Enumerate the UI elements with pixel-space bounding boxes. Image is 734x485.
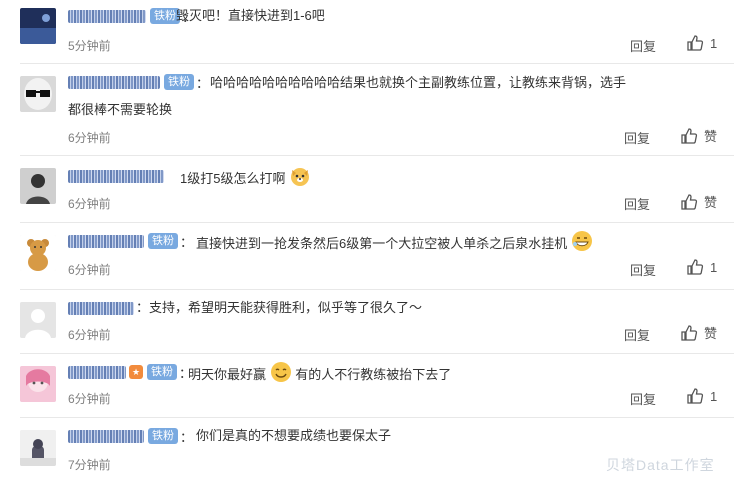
divider [20, 289, 734, 290]
timestamp: 6分钟前 [68, 131, 111, 145]
comment-text: 直接快进到一抢发条然后6级第一个大拉空被人单杀之后泉水挂机 [196, 230, 593, 259]
like-count: 1 [710, 259, 718, 275]
reply-button[interactable]: 回复 [624, 325, 650, 344]
comment-text: ：支持，希望明天能获得胜利，似乎等了很久了～ [136, 300, 423, 315]
timestamp: 6分钟前 [68, 328, 111, 342]
comment-text-line-2: 都很棒不需要轮换 [68, 102, 173, 117]
avatar[interactable] [20, 76, 56, 112]
thumbs-up-icon [687, 259, 704, 275]
avatar[interactable] [20, 8, 56, 44]
thumbs-up-icon [681, 324, 698, 341]
comment-text: 毁灭吧！直接快进到1-6吧 [176, 8, 325, 23]
username[interactable] [68, 167, 164, 185]
like-label: 赞 [704, 195, 718, 210]
vip-icon: ★ [129, 365, 143, 379]
thumbs-up-icon [687, 388, 704, 404]
like-label: 赞 [704, 326, 718, 341]
fan-badge: 铁粉 [148, 233, 178, 249]
username[interactable]: 铁粉 ： [68, 73, 211, 91]
reply-button[interactable]: 回复 [630, 260, 656, 279]
like-button[interactable]: 1 [686, 387, 717, 405]
comment-text: 明天你最好赢 有的人不行教练被抬下去了 [188, 361, 451, 390]
timestamp: 7分钟前 [68, 458, 111, 472]
fan-badge: 铁粉 [147, 364, 177, 380]
avatar[interactable] [20, 235, 56, 271]
username[interactable]: ★ 铁粉 ： [68, 363, 194, 381]
divider [20, 417, 734, 418]
avatar[interactable] [20, 302, 56, 338]
avatar[interactable] [20, 366, 56, 402]
comment-text: 你们是真的不想要成绩也要保太子 [196, 428, 392, 443]
divider [20, 63, 734, 64]
comment-text-line-1: 哈哈哈哈哈哈哈哈哈哈结果也就换个主副教练位置，让教练来背锅，选手 [210, 75, 627, 90]
thumbs-up-icon [687, 35, 704, 51]
reply-button[interactable]: 回复 [624, 194, 650, 213]
avatar[interactable] [20, 430, 56, 466]
reply-button[interactable]: 回复 [630, 389, 656, 408]
timestamp: 5分钟前 [68, 39, 111, 53]
timestamp: 6分钟前 [68, 263, 111, 277]
dog-face-icon [289, 165, 311, 194]
like-button[interactable]: 1 [686, 258, 717, 276]
reply-button[interactable]: 回复 [630, 36, 656, 55]
reply-button[interactable]: 回复 [624, 128, 650, 147]
watermark: 贝塔Data工作室 [606, 457, 715, 473]
fan-badge: 铁粉 [148, 428, 178, 444]
grin-face-icon [571, 230, 593, 259]
smile-face-icon [270, 361, 292, 390]
like-count: 1 [710, 35, 718, 51]
username[interactable]: 铁粉 ： [68, 427, 195, 445]
timestamp: 6分钟前 [68, 392, 111, 406]
fan-badge: 铁粉 [164, 74, 194, 90]
avatar[interactable] [20, 168, 56, 204]
thumbs-up-icon [681, 193, 698, 210]
like-button[interactable]: 赞 [680, 323, 717, 342]
thumbs-up-icon [681, 127, 698, 144]
like-button[interactable]: 1 [686, 34, 717, 52]
divider [20, 222, 734, 223]
timestamp: 6分钟前 [68, 197, 111, 211]
username[interactable] [68, 299, 134, 317]
like-button[interactable]: 赞 [680, 126, 717, 145]
like-count: 1 [710, 388, 718, 404]
like-button[interactable]: 赞 [680, 192, 717, 211]
divider [20, 353, 734, 354]
divider [20, 155, 734, 156]
comment-text: 1级打5级怎么打啊 [180, 165, 311, 194]
like-label: 赞 [704, 129, 718, 144]
username[interactable]: 铁粉 ： [68, 232, 195, 250]
